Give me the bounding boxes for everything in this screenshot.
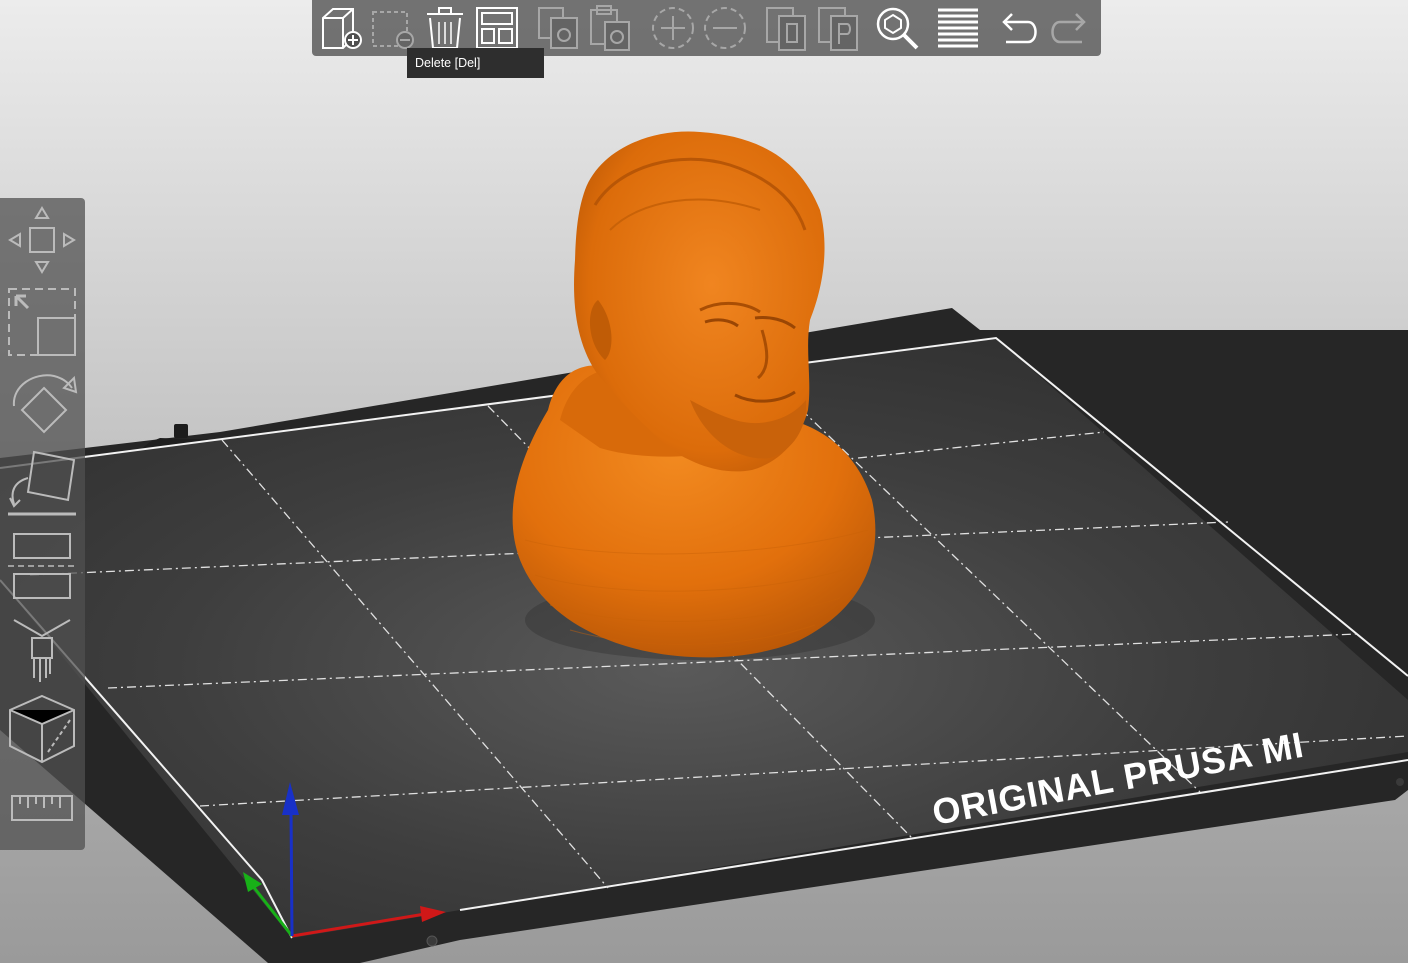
tooltip: Delete [Del] bbox=[407, 48, 544, 78]
search-button[interactable] bbox=[871, 2, 923, 54]
cut-tool-button[interactable] bbox=[4, 530, 80, 606]
delete-button[interactable] bbox=[367, 2, 419, 54]
place-on-face-button[interactable] bbox=[4, 448, 80, 524]
add-instance-button[interactable] bbox=[647, 2, 699, 54]
seam-painting-icon bbox=[9, 694, 75, 764]
add-instance-icon bbox=[652, 7, 694, 49]
move-icon bbox=[8, 206, 76, 274]
redo-button[interactable] bbox=[1044, 2, 1096, 54]
seam-painting-button[interactable] bbox=[4, 692, 80, 768]
rotate-tool-button[interactable] bbox=[4, 366, 80, 442]
scale-tool-button[interactable] bbox=[4, 284, 80, 360]
remove-instance-button[interactable] bbox=[699, 2, 751, 54]
split-parts-button[interactable] bbox=[813, 2, 865, 54]
search-icon bbox=[876, 7, 919, 50]
split-objects-button[interactable] bbox=[761, 2, 813, 54]
paste-icon bbox=[590, 5, 630, 51]
add-object-button[interactable] bbox=[315, 2, 367, 54]
copy-button[interactable] bbox=[533, 2, 585, 54]
split-parts-icon bbox=[818, 7, 858, 51]
rotate-icon bbox=[12, 374, 78, 434]
arrange-button[interactable] bbox=[471, 2, 523, 54]
delete-icon bbox=[372, 11, 414, 49]
split-objects-icon bbox=[766, 7, 806, 51]
add-object-icon bbox=[322, 8, 362, 49]
scale-icon bbox=[8, 288, 76, 356]
layers-editing-button[interactable] bbox=[932, 2, 984, 54]
arrange-icon bbox=[476, 7, 518, 49]
paint-supports-button[interactable] bbox=[4, 612, 80, 688]
delete-all-button[interactable] bbox=[419, 2, 471, 54]
paint-supports-icon bbox=[13, 619, 71, 682]
redo-icon bbox=[1051, 13, 1086, 44]
copy-icon bbox=[538, 7, 578, 49]
move-tool-button[interactable] bbox=[4, 202, 80, 278]
measure-tool-button[interactable] bbox=[4, 770, 80, 846]
layers-editing-icon bbox=[938, 8, 978, 48]
cut-icon bbox=[8, 533, 76, 599]
gizmo-toolbar bbox=[0, 198, 85, 850]
remove-instance-icon bbox=[704, 7, 746, 49]
undo-button[interactable] bbox=[992, 2, 1044, 54]
measure-icon bbox=[11, 795, 73, 821]
undo-icon bbox=[1002, 13, 1037, 44]
paste-button[interactable] bbox=[585, 2, 637, 54]
3d-viewport[interactable]: ORIGINAL PRUSA MI bbox=[0, 0, 1408, 963]
delete-all-icon bbox=[427, 7, 463, 49]
place-on-face-icon bbox=[8, 450, 76, 516]
